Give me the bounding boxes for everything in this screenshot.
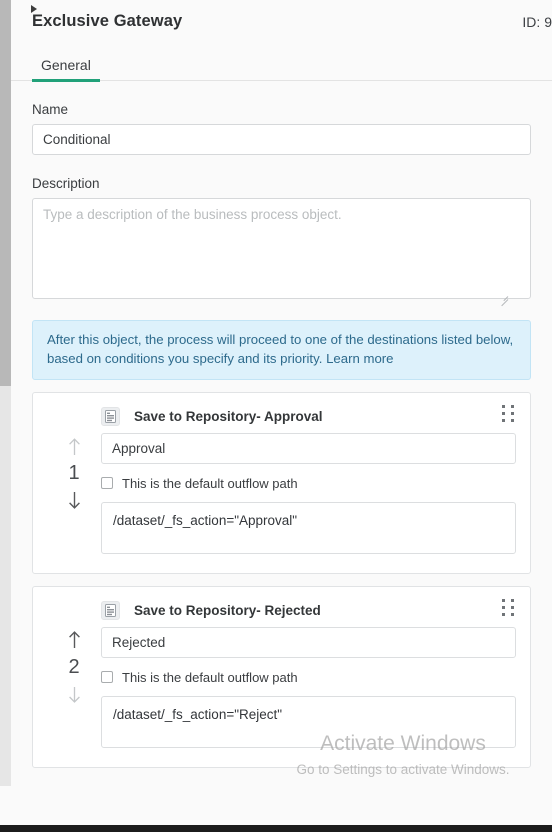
properties-panel: Exclusive Gateway ID: 9 General Name Des… — [11, 0, 552, 832]
description-field-label: Description — [32, 176, 100, 191]
default-outflow-checkbox[interactable] — [101, 671, 113, 683]
arrow-up-icon[interactable] — [61, 433, 87, 459]
drag-dots-icon[interactable] — [502, 599, 516, 616]
outflow-expression-input[interactable]: /dataset/_fs_action="Reject" — [101, 696, 516, 748]
outflow-card-body: 1 This is the default outflow path — [47, 433, 516, 559]
priority-number: 1 — [68, 462, 80, 484]
outflow-name-input[interactable] — [101, 433, 516, 464]
document-list-icon — [101, 406, 120, 426]
name-input[interactable] — [32, 124, 531, 155]
tab-general[interactable]: General — [32, 48, 100, 82]
tab-general-label: General — [41, 56, 91, 73]
priority-number: 2 — [68, 656, 80, 678]
default-outflow-label: This is the default outflow path — [122, 669, 298, 685]
scrollbar-bottom-gap — [0, 786, 11, 825]
info-banner-text: After this object, the process will proc… — [47, 332, 514, 366]
outflow-expression-input[interactable]: /dataset/_fs_action="Approval" — [101, 502, 516, 554]
description-textarea[interactable] — [32, 198, 531, 299]
default-outflow-checkbox[interactable] — [101, 477, 113, 489]
arrow-up-icon[interactable] — [61, 627, 87, 653]
reorder-controls: 1 — [57, 433, 91, 513]
reorder-controls: 2 — [57, 627, 91, 707]
object-id-label: ID: 9 — [522, 14, 552, 30]
outflow-card-title: Save to Repository- Approval — [134, 408, 323, 424]
learn-more-link[interactable]: Learn more — [326, 351, 393, 366]
outflow-card: Save to Repository- Approval 1 Approval … — [32, 392, 531, 574]
outflow-card: Save to Repository- Rejected 2 Rejected … — [32, 586, 531, 768]
default-outflow-row: This is the default outflow path — [101, 663, 516, 691]
default-outflow-label: This is the default outflow path — [122, 475, 298, 491]
default-outflow-row: This is the default outflow path — [101, 469, 516, 497]
drag-dots-icon[interactable] — [502, 405, 516, 422]
document-list-icon — [101, 600, 120, 620]
panel-content: Name Description After this object, the … — [11, 102, 552, 832]
info-banner: After this object, the process will proc… — [32, 320, 531, 380]
screen-bottom-edge — [0, 825, 552, 832]
name-field-label: Name — [32, 102, 69, 117]
outflow-name-input[interactable] — [101, 627, 516, 658]
outflow-card-title: Save to Repository- Rejected — [134, 602, 321, 618]
outflow-card-body: 2 This is the default outflow path — [47, 627, 516, 753]
panel-header: Exclusive Gateway ID: 9 — [11, 0, 552, 48]
tab-bar: General — [11, 48, 552, 82]
page-title: Exclusive Gateway — [32, 12, 183, 30]
arrow-down-icon[interactable] — [61, 487, 87, 513]
properties-panel-root: Exclusive Gateway ID: 9 General Name Des… — [0, 0, 552, 832]
vertical-scrollbar-thumb[interactable] — [0, 0, 11, 386]
vertical-scrollbar-track[interactable] — [0, 0, 11, 826]
outflow-card-header: Save to Repository- Approval — [47, 403, 516, 429]
arrow-down-icon[interactable] — [61, 681, 87, 707]
outflow-card-header: Save to Repository- Rejected — [47, 597, 516, 623]
